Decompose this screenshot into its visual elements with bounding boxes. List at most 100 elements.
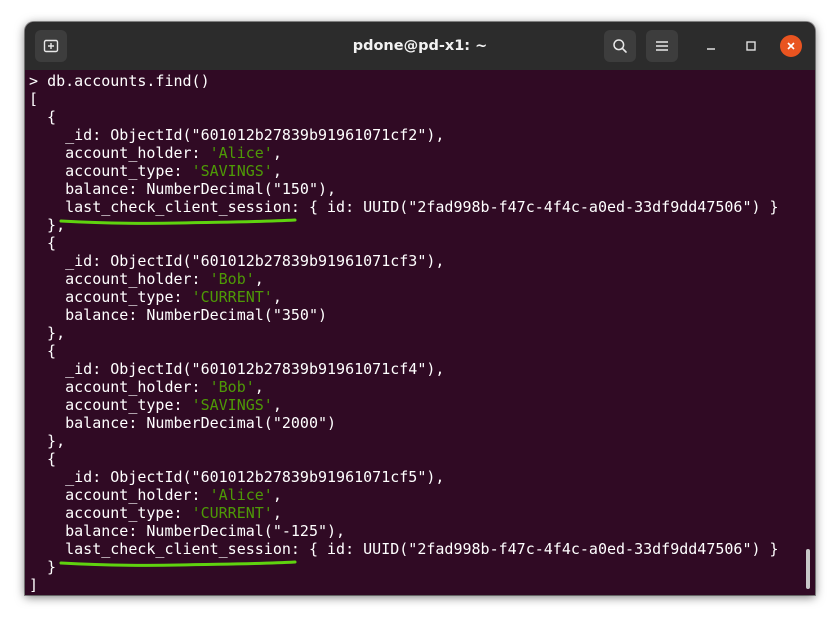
new-tab-icon [43, 39, 59, 53]
account-holder-line: account_holder: 'Alice', [29, 144, 815, 162]
close-bracket-line: ] [29, 576, 815, 594]
id-value: 601012b27839b91961071cf2 [200, 126, 418, 144]
scrollbar[interactable] [806, 549, 810, 589]
close-button[interactable] [780, 35, 802, 57]
punct: , [272, 288, 282, 306]
brace: { [29, 450, 57, 468]
id-key: _id: ObjectId(" [29, 468, 201, 486]
open-bracket: [ [29, 90, 39, 108]
account-type-value: 'CURRENT' [191, 504, 273, 522]
balance-key: balance: NumberDecimal(" [29, 522, 282, 540]
punct: , [272, 504, 282, 522]
id-value: 601012b27839b91961071cf4 [200, 360, 418, 378]
punct: { id: UUID(" [299, 540, 418, 558]
brace: { [29, 108, 57, 126]
brace: } [29, 558, 57, 576]
document-open-line: { [29, 342, 815, 360]
account-type-line: account_type: 'SAVINGS', [29, 396, 815, 414]
balance-value: 150 [281, 180, 309, 198]
account-holder-value: 'Alice' [209, 486, 273, 504]
hamburger-menu-icon [656, 41, 668, 51]
id-field-line: _id: ObjectId("601012b27839b91961071cf4"… [29, 360, 815, 378]
punct: { id: UUID(" [299, 198, 418, 216]
balance-value: 2000 [281, 414, 318, 432]
terminal-window: pdone@pd-x1: ~ > db.accounts.find() [{… [25, 22, 815, 595]
punct: , [272, 144, 282, 162]
window-title: pdone@pd-x1: ~ [352, 38, 488, 54]
account-holder-line: account_holder: 'Bob', [29, 378, 815, 396]
id-key: _id: ObjectId(" [29, 252, 201, 270]
document-open-line: { [29, 234, 815, 252]
punct: "), [417, 126, 445, 144]
minimize-button[interactable] [701, 36, 721, 56]
maximize-button[interactable] [741, 36, 761, 56]
close-bracket: ] [29, 576, 39, 594]
account-type-key: account_type: [29, 162, 192, 180]
account-type-line: account_type: 'SAVINGS', [29, 162, 815, 180]
menu-button[interactable] [646, 30, 678, 62]
document-close-line: }, [29, 432, 815, 450]
account-type-value: 'SAVINGS' [191, 396, 273, 414]
account-type-key: account_type: [29, 288, 192, 306]
balance-key: balance: NumberDecimal(" [29, 180, 282, 198]
search-icon [613, 39, 627, 53]
id-field-line: _id: ObjectId("601012b27839b91961071cf2"… [29, 126, 815, 144]
brace: }, [29, 216, 66, 234]
balance-value: 350 [281, 306, 309, 324]
punct: ") } [742, 540, 779, 558]
account-holder-value: 'Alice' [209, 144, 273, 162]
balance-key: balance: NumberDecimal(" [29, 306, 282, 324]
balance-line: balance: NumberDecimal("150"), [29, 180, 815, 198]
brace: { [29, 342, 57, 360]
id-value: 601012b27839b91961071cf3 [200, 252, 418, 270]
balance-line: balance: NumberDecimal("350") [29, 306, 815, 324]
account-holder-line: account_holder: 'Bob', [29, 270, 815, 288]
id-field-line: _id: ObjectId("601012b27839b91961071cf5"… [29, 468, 815, 486]
search-button[interactable] [604, 30, 636, 62]
minimize-icon [707, 48, 715, 50]
account-type-line: account_type: 'CURRENT', [29, 288, 815, 306]
new-tab-button[interactable] [35, 30, 67, 62]
session-key: last_check_client_session: [65, 198, 300, 216]
id-key: _id: ObjectId(" [29, 126, 201, 144]
account-type-key: account_type: [29, 396, 192, 414]
last-check-session-line: last_check_client_session: { id: UUID("2… [29, 540, 815, 558]
punct: , [272, 162, 282, 180]
maximize-icon [746, 41, 756, 51]
account-holder-key: account_holder: [29, 486, 210, 504]
balance-line: balance: NumberDecimal("-125"), [29, 522, 815, 540]
balance-value: -125 [281, 522, 318, 540]
open-bracket-line: [ [29, 90, 815, 108]
command-text: db.accounts.find() [47, 72, 210, 90]
balance-line: balance: NumberDecimal("2000") [29, 414, 815, 432]
account-holder-value: 'Bob' [209, 270, 255, 288]
account-type-value: 'SAVINGS' [191, 162, 273, 180]
title-bar: pdone@pd-x1: ~ [25, 22, 815, 70]
terminal-output[interactable]: > db.accounts.find()[ { _id: ObjectId("6… [29, 72, 815, 595]
document-open-line: { [29, 450, 815, 468]
prompt-line: > db.accounts.find() [29, 72, 815, 90]
punct: "), [417, 252, 445, 270]
session-uuid-value: 2fad998b-f47c-4f4c-a0ed-33df9dd47506 [417, 540, 743, 558]
punct: , [254, 378, 264, 396]
account-holder-key: account_holder: [29, 144, 210, 162]
account-type-line: account_type: 'CURRENT', [29, 504, 815, 522]
id-field-line: _id: ObjectId("601012b27839b91961071cf3"… [29, 252, 815, 270]
account-holder-line: account_holder: 'Alice', [29, 486, 815, 504]
punct: "), [417, 468, 445, 486]
punct: ") [308, 306, 328, 324]
account-holder-key: account_holder: [29, 270, 210, 288]
account-type-value: 'CURRENT' [191, 288, 273, 306]
document-close-line: } [29, 558, 815, 576]
id-value: 601012b27839b91961071cf5 [200, 468, 418, 486]
punct: , [272, 486, 282, 504]
brace: }, [29, 324, 66, 342]
account-type-key: account_type: [29, 504, 192, 522]
document-open-line: { [29, 108, 815, 126]
punct: ") [318, 414, 337, 432]
close-icon [787, 42, 795, 50]
id-key: _id: ObjectId(" [29, 360, 201, 378]
brace: { [29, 234, 57, 252]
